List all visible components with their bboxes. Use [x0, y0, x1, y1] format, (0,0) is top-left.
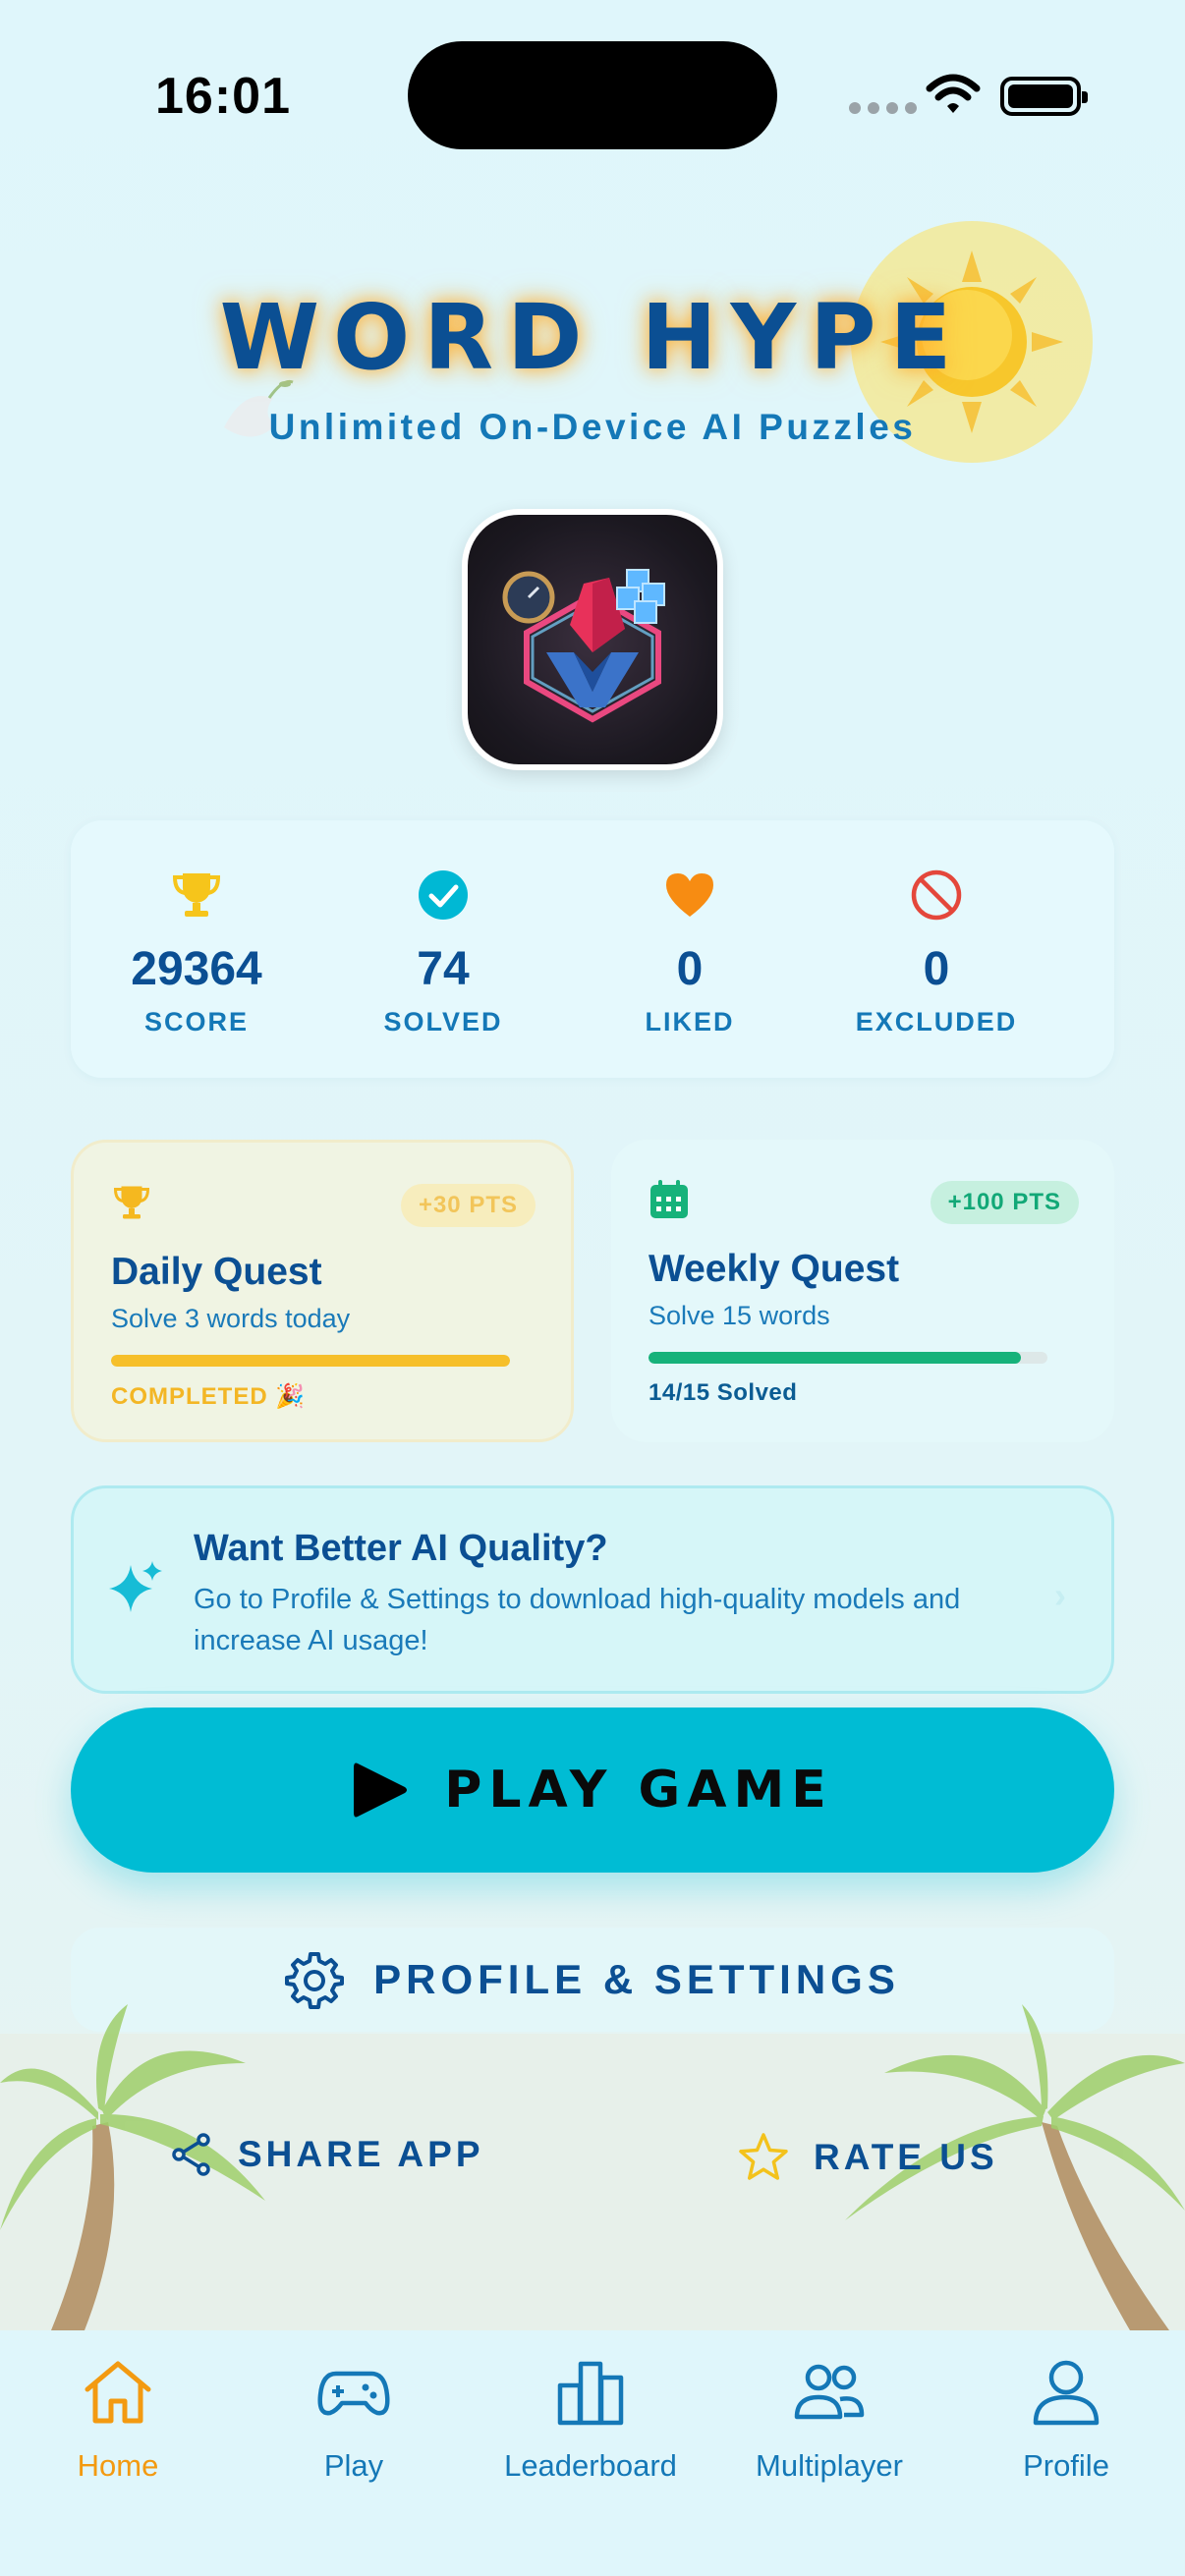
gear-icon: [285, 1952, 345, 2009]
stat-label: SCORE: [143, 1007, 250, 1036]
stat-value: 0: [676, 943, 704, 995]
stats-card: 29364 SCORE 74 SOLVED 0 LIKED 0 EXCLUDED: [71, 820, 1114, 1078]
banner-description: Go to Profile & Settings to download hig…: [194, 1584, 961, 1656]
sparkles-icon: [109, 1561, 162, 1612]
play-game-label: PLAY GAME: [444, 1761, 833, 1820]
block-icon: [911, 869, 962, 921]
quest-status: COMPLETED 🎉: [111, 1383, 307, 1410]
trophy-icon: [113, 1186, 150, 1219]
profile-settings-label: PROFILE & SETTINGS: [373, 1956, 900, 2002]
app-subtitle: Unlimited On-Device AI Puzzles: [268, 407, 917, 447]
tab-label: Profile: [1023, 2448, 1109, 2483]
tab-bar: Home Play Leaderboard Multiplayer Profil…: [0, 2330, 1185, 2576]
stat-label: EXCLUDED: [855, 1007, 1018, 1036]
home-icon: [85, 2361, 151, 2424]
tab-multiplayer[interactable]: Multiplayer: [711, 2330, 947, 2527]
share-app-button[interactable]: SHARE APP: [169, 2132, 484, 2177]
points-badge: +30 PTS: [400, 1184, 536, 1227]
daily-quest-card[interactable]: +30 PTS Daily Quest Solve 3 words today …: [71, 1140, 574, 1442]
banner-title: Want Better AI Quality?: [194, 1528, 608, 1569]
tab-profile[interactable]: Profile: [948, 2330, 1184, 2527]
quest-subtitle: Solve 3 words today: [111, 1304, 351, 1333]
tab-play[interactable]: Play: [236, 2330, 472, 2527]
stat-label: SOLVED: [383, 1007, 503, 1036]
tab-label: Play: [323, 2448, 384, 2483]
dynamic-island: [408, 41, 777, 149]
battery-icon: [1000, 77, 1088, 116]
ai-quality-banner[interactable]: Want Better AI Quality? Go to Profile & …: [71, 1485, 1114, 1694]
logo-crystal-icon: [502, 569, 665, 723]
quest-status: 14/15 Solved: [649, 1379, 798, 1406]
star-icon: [739, 2133, 788, 2180]
play-game-button[interactable]: PLAY GAME: [71, 1708, 1114, 1873]
users-icon: [794, 2364, 865, 2420]
person-icon: [1033, 2360, 1100, 2426]
quest-progress-bar: [111, 1355, 510, 1367]
tab-home[interactable]: Home: [0, 2330, 236, 2527]
wifi-icon: [926, 74, 981, 113]
weekly-quest-card[interactable]: +100 PTS Weekly Quest Solve 15 words 14/…: [611, 1140, 1114, 1442]
gamepad-icon: [317, 2371, 390, 2416]
tab-label: Leaderboard: [504, 2448, 677, 2483]
quest-progress-bar: [649, 1352, 1047, 1364]
check-circle-icon: [419, 870, 468, 920]
chevron-right-icon: ›: [1054, 1575, 1066, 1615]
status-time: 16:01: [155, 68, 291, 125]
app-title: WORD HYPE: [219, 285, 966, 390]
quest-title: Weekly Quest: [649, 1248, 900, 1290]
app-logo: [462, 509, 723, 770]
trophy-icon: [172, 873, 221, 917]
points-badge: +100 PTS: [930, 1181, 1079, 1224]
stat-value: 0: [923, 943, 950, 995]
rate-us-label: RATE US: [814, 2137, 998, 2177]
tab-label: Multiplayer: [756, 2448, 903, 2483]
tab-leaderboard[interactable]: Leaderboard: [473, 2330, 708, 2527]
quest-subtitle: Solve 15 words: [649, 1301, 830, 1330]
stat-value: 29364: [131, 943, 262, 995]
stat-label: LIKED: [645, 1007, 735, 1036]
calendar-icon: [650, 1180, 688, 1218]
rate-us-button[interactable]: RATE US: [737, 2132, 998, 2183]
quest-title: Daily Quest: [111, 1251, 322, 1293]
bar-chart-icon: [557, 2361, 624, 2426]
play-icon: [354, 1763, 408, 1818]
share-icon: [172, 2133, 210, 2176]
share-app-label: SHARE APP: [238, 2134, 484, 2174]
stat-value: 74: [417, 943, 470, 995]
tab-label: Home: [77, 2448, 159, 2483]
heart-icon: [666, 873, 713, 917]
signal-dots-icon: [849, 102, 917, 114]
